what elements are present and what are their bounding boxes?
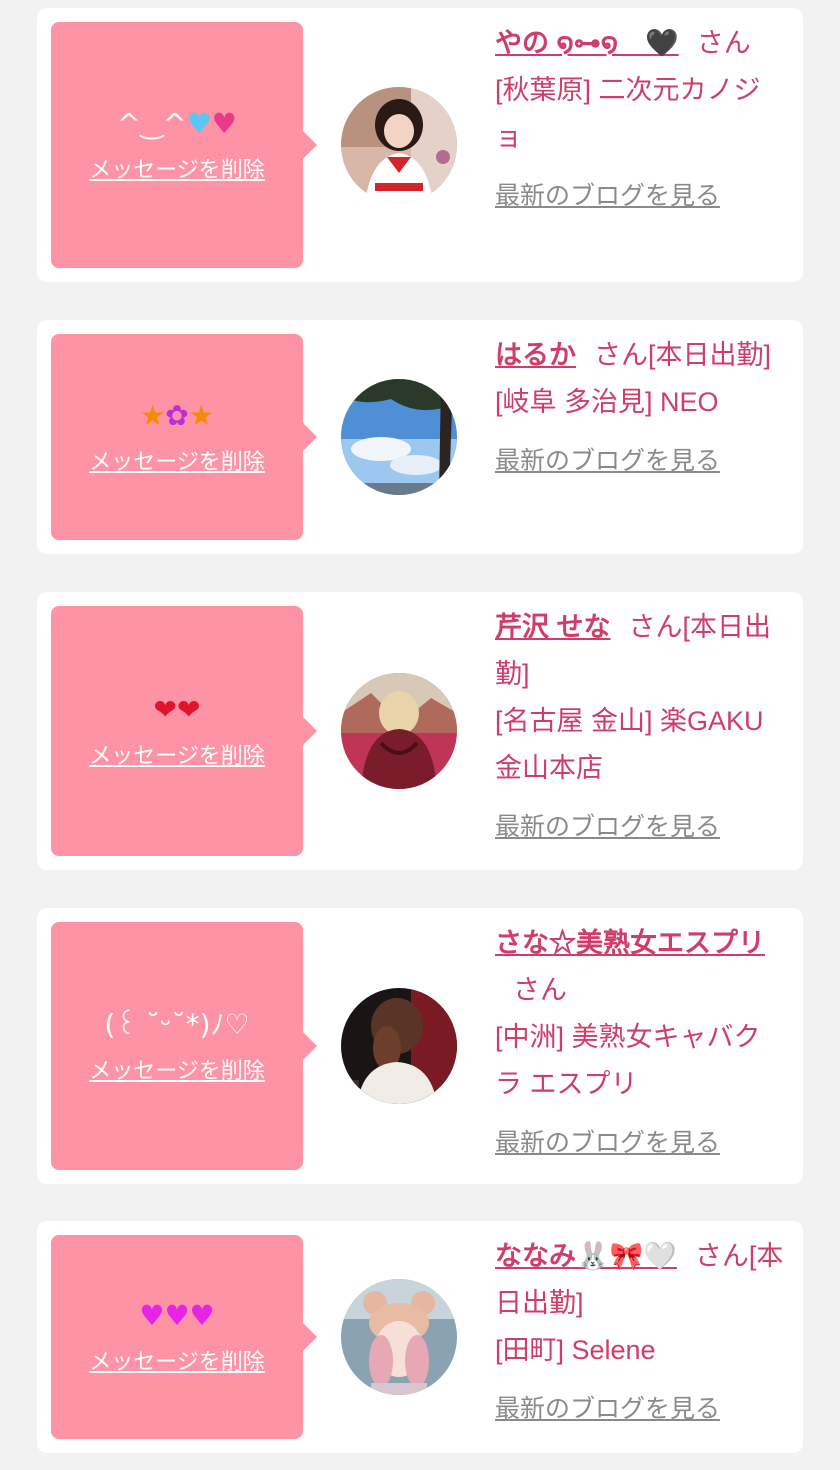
cast-name-link[interactable]: 芹沢 せな (495, 612, 611, 642)
latest-blog-link[interactable]: 最新のブログを見る (495, 438, 785, 485)
hair-and-white-dress-photo-icon (341, 988, 457, 1104)
shop-name: [秋葉原] 二次元カノジョ (495, 75, 761, 152)
message-bubble: ♥♥♥ メッセージを削除 (51, 1235, 317, 1439)
message-card: ^‿^♥♥ メッセージを削除 やの ໑⊶໑ 🖤 さん [秋葉原] 二次元カノジョ … (37, 8, 803, 282)
two-hearts-icon: ♥ (211, 107, 237, 140)
message-card: (꒰ ˘ᵕ˘*)ﾉ♡ メッセージを削除 さな☆美熟女エスプリさん [中洲] 美熟… (37, 908, 803, 1184)
cast-info: 芹沢 せな さん[本日出勤] [名古屋 金山] 楽GAKU 金山本店 最新のブログ… (495, 604, 785, 851)
shop-name: [名古屋 金山] 楽GAKU 金山本店 (495, 706, 764, 783)
message-text: ❤❤ (154, 692, 201, 728)
message-bubble: ❤❤ メッセージを削除 (51, 606, 317, 856)
cast-name-link[interactable]: さな☆美熟女エスプリ (495, 928, 765, 958)
message-text: ^‿^♥♥ (117, 106, 237, 142)
message-bubble: ★✿★ メッセージを削除 (51, 334, 317, 540)
avatar[interactable] (341, 1279, 457, 1395)
shop-name: [田町] Selene (495, 1335, 656, 1365)
shop-name: [中洲] 美熟女キャバクラ エスプリ (495, 1022, 761, 1099)
honorific: さん (513, 975, 567, 1005)
delete-message-link[interactable]: メッセージを削除 (89, 448, 265, 476)
avatar[interactable] (341, 379, 457, 495)
message-card: ❤❤ メッセージを削除 芹沢 せな さん[本日出勤] [名古屋 金山] 楽GAKU… (37, 592, 803, 870)
honorific: さん (696, 28, 751, 58)
cast-info: ななみ🐰🎀🤍 さん[本日出勤] [田町] Selene 最新のブログを見る (495, 1233, 785, 1433)
heart-purple-icon: ♥ (189, 1299, 215, 1332)
message-bubble: ^‿^♥♥ メッセージを削除 (51, 22, 317, 268)
message-text: ★✿★ (140, 398, 214, 434)
latest-blog-link[interactable]: 最新のブログを見る (495, 804, 785, 851)
delete-message-link[interactable]: メッセージを削除 (89, 742, 265, 770)
star-icon: ★ (188, 399, 214, 432)
delete-message-link[interactable]: メッセージを削除 (89, 1348, 265, 1376)
red-heart-icon: ❤ (177, 693, 201, 726)
bouquet-icon: ✿ (165, 399, 189, 432)
message-text: ♥♥♥ (139, 1298, 214, 1334)
latest-blog-link[interactable]: 最新のブログを見る (495, 1386, 785, 1433)
delete-message-link[interactable]: メッセージを削除 (89, 1057, 265, 1085)
cast-name-link[interactable]: ななみ🐰🎀🤍 (495, 1241, 677, 1271)
latest-blog-link[interactable]: 最新のブログを見る (495, 1120, 785, 1167)
red-heart-icon: ❤ (153, 693, 177, 726)
girl-in-sailor-uniform-photo-icon (341, 87, 457, 203)
heart-purple-icon: ♥ (139, 1299, 165, 1332)
cast-info: やの ໑⊶໑ 🖤 さん [秋葉原] 二次元カノジョ 最新のブログを見る (495, 20, 785, 220)
red-leather-jacket-photo-icon (341, 673, 457, 789)
message-bubble: (꒰ ˘ᵕ˘*)ﾉ♡ メッセージを削除 (51, 922, 317, 1170)
cast-name-link[interactable]: はるか (495, 340, 576, 370)
cast-name-link[interactable]: やの ໑⊶໑ 🖤 (495, 28, 679, 58)
cast-info: さな☆美熟女エスプリさん [中洲] 美熟女キャバクラ エスプリ 最新のブログを見… (495, 920, 785, 1167)
message-kaomoji: ^‿^ (117, 107, 187, 140)
blue-heart-icon: ♥ (186, 107, 212, 140)
delete-message-link[interactable]: メッセージを削除 (89, 156, 265, 184)
message-text: (꒰ ˘ᵕ˘*)ﾉ♡ (104, 1007, 249, 1043)
heart-purple-icon: ♥ (164, 1299, 190, 1332)
message-card: ★✿★ メッセージを削除 はるか さん[本日出勤] [岐阜 多治見] NEO 最新… (37, 320, 803, 554)
honorific: さん[本日出勤] (594, 340, 772, 370)
star-icon: ★ (140, 399, 166, 432)
girl-with-bear-ears-photo-icon (341, 1279, 457, 1395)
latest-blog-link[interactable]: 最新のブログを見る (495, 173, 785, 220)
avatar[interactable] (341, 87, 457, 203)
cast-info: はるか さん[本日出勤] [岐阜 多治見] NEO 最新のブログを見る (495, 332, 785, 485)
sky-and-tree-photo-icon (341, 379, 457, 495)
avatar[interactable] (341, 988, 457, 1104)
message-card: ♥♥♥ メッセージを削除 ななみ🐰🎀🤍 さん[本日出勤] [田町] Selene … (37, 1221, 803, 1453)
avatar[interactable] (341, 673, 457, 789)
message-kaomoji: (꒰ ˘ᵕ˘*)ﾉ♡ (104, 1008, 250, 1041)
shop-name: [岐阜 多治見] NEO (495, 387, 719, 417)
